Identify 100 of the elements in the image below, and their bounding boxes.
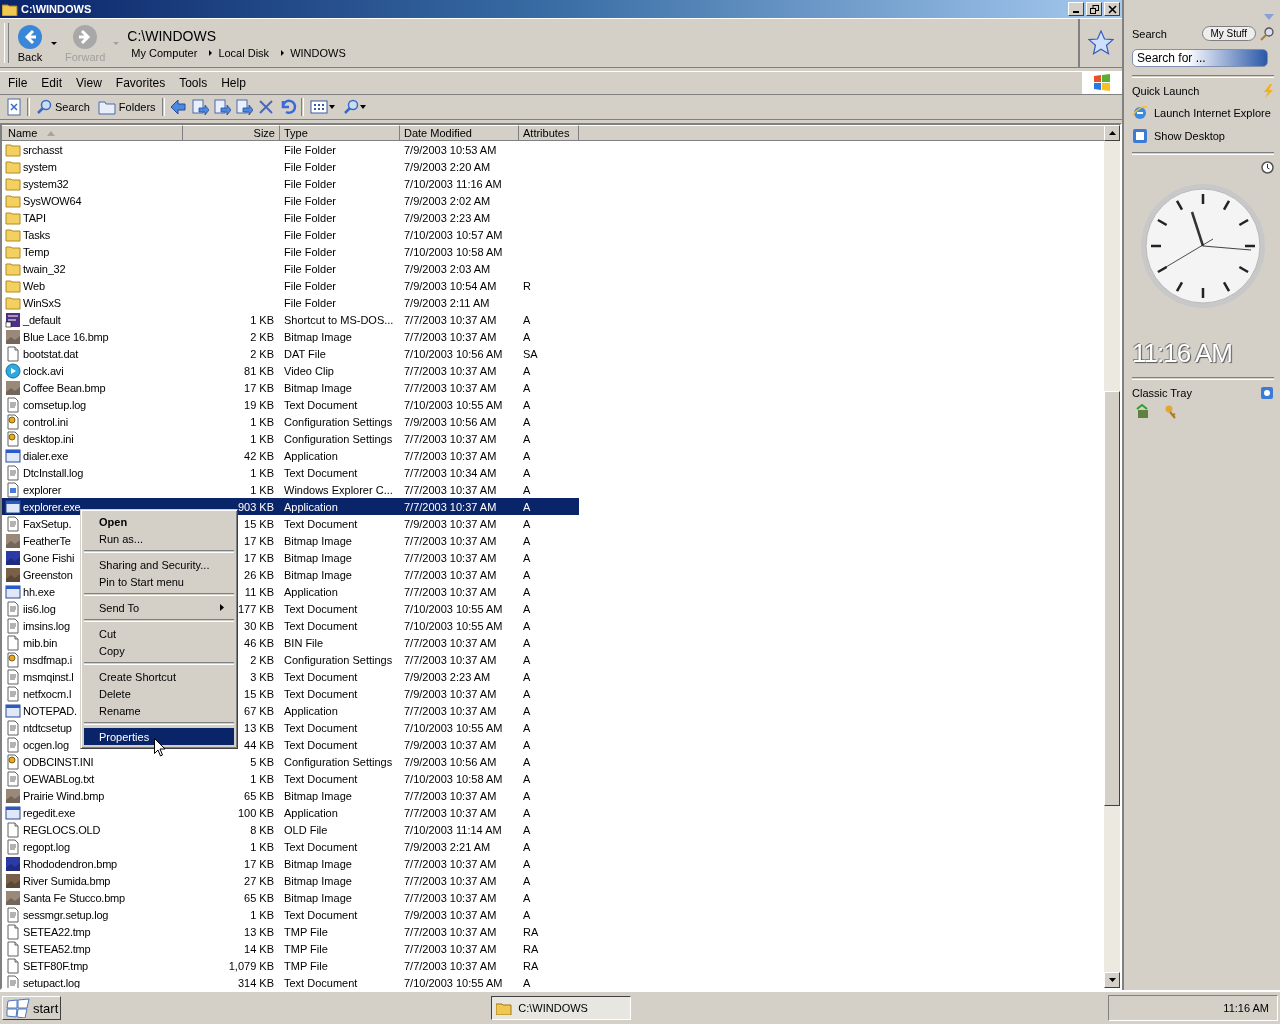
restore-button[interactable] [1086,2,1102,16]
context-menu-item[interactable]: Run as... [84,530,234,547]
vertical-scrollbar[interactable] [1104,125,1120,988]
file-name[interactable]: sessmgr.setup.log [23,908,109,921]
menu-item[interactable]: File [0,76,34,90]
menu-item[interactable]: Favorites [107,76,172,90]
context-menu-item[interactable]: Properties [84,728,234,745]
file-name[interactable]: iis6.log [23,602,56,615]
file-name[interactable]: dialer.exe [23,449,69,462]
file-name[interactable]: SETF80F.tmp [23,959,89,972]
file-name[interactable]: Prairie Wind.bmp [23,789,105,802]
file-name[interactable]: WinSxS [23,296,61,309]
minimize-button[interactable] [1068,2,1084,16]
context-menu-item[interactable]: Pin to Start menu [84,573,234,590]
file-name[interactable]: ODBCINST.INI [23,755,94,768]
toolbar-button[interactable]: Folders [95,99,158,115]
file-name[interactable]: NOTEPAD. [23,704,77,717]
file-name[interactable]: River Sumida.bmp [23,874,111,887]
file-name[interactable]: system [23,160,57,173]
file-name[interactable]: srchasst [23,143,63,156]
context-menu-item[interactable]: Create Shortcut [84,668,234,685]
file-name[interactable]: control.ini [23,415,68,428]
file-name[interactable]: Coffee Bean.bmp [23,381,106,394]
breadcrumb-link[interactable]: Local Disk [218,46,270,59]
file-name[interactable]: Blue Lace 16.bmp [23,330,109,343]
document-arrow-icon[interactable] [190,98,209,116]
context-menu-item[interactable]: Sharing and Security... [84,556,234,573]
file-name[interactable]: _default [23,313,61,326]
taskbar-button[interactable]: C:\WINDOWS [491,996,632,1020]
context-menu-item[interactable]: Open [84,513,234,530]
file-name[interactable]: Web [23,279,45,292]
search-icon[interactable] [1260,26,1274,41]
file-name[interactable]: desktop.ini [23,432,74,445]
file-name[interactable]: clock.avi [23,364,64,377]
file-name[interactable]: ocgen.log [23,738,69,751]
views-button[interactable] [307,99,337,115]
tray-settings-icon[interactable] [1260,386,1274,400]
file-name[interactable]: ntdtcsetup [23,721,72,734]
file-name[interactable]: msdfmap.i [23,653,72,666]
file-name[interactable]: hh.exe [23,585,55,598]
start-button[interactable]: start [2,996,62,1020]
file-name[interactable]: DtcInstall.log [23,466,84,479]
document-arrow-icon[interactable] [212,98,231,116]
file-name[interactable]: bootstat.dat [23,347,79,360]
menu-item[interactable]: Tools [171,76,214,90]
file-name[interactable]: regopt.log [23,840,70,853]
back-button[interactable]: Back [13,19,47,67]
file-name[interactable]: comsetup.log [23,398,87,411]
quick-launch-item[interactable]: Launch Internet Explore [1132,105,1274,121]
document-arrow-icon[interactable] [234,98,253,116]
file-name[interactable]: Tasks [23,228,51,241]
file-name[interactable]: imsins.log [23,619,70,632]
file-name[interactable]: TAPI [23,211,46,224]
column-header[interactable]: Type [280,125,400,141]
context-menu-item[interactable]: Send To [84,599,234,616]
breadcrumb-link[interactable]: WINDOWS [290,46,346,59]
menu-item[interactable]: View [68,76,108,90]
file-name[interactable]: regedit.exe [23,806,76,819]
context-menu-item[interactable]: Cut [84,625,234,642]
file-name[interactable]: SETEA22.tmp [23,925,91,938]
file-name[interactable]: Santa Fe Stucco.bmp [23,891,125,904]
scroll-down-icon[interactable] [1108,978,1116,982]
file-name[interactable]: Gone Fishi [23,551,75,564]
scroll-up-icon[interactable] [1108,131,1116,135]
column-header[interactable]: Date Modified [400,125,519,141]
file-name[interactable]: SysWOW64 [23,194,82,207]
dropdown-arrow-icon[interactable] [51,41,57,45]
close-button[interactable] [1104,2,1120,16]
menu-item[interactable]: Edit [33,76,69,90]
delete-icon[interactable] [256,98,275,116]
file-name[interactable]: SETEA52.tmp [23,942,91,955]
breadcrumb-link[interactable]: My Computer [131,46,198,59]
file-name[interactable]: Rhododendron.bmp [23,857,118,870]
file-name[interactable]: setupact.log [23,976,80,988]
context-menu-item[interactable]: Delete [84,685,234,702]
network-icon[interactable] [1135,404,1151,420]
column-header[interactable]: Size [183,125,280,141]
column-header[interactable]: Name [2,125,183,141]
context-menu-item[interactable]: Rename [84,702,234,719]
file-name[interactable]: Temp [23,245,50,258]
file-name[interactable]: Greenston [23,568,73,581]
file-name[interactable]: explorer [23,483,62,496]
file-name[interactable]: system32 [23,177,69,190]
context-menu-item[interactable]: Copy [84,642,234,659]
file-name[interactable]: twain_32 [23,262,66,275]
close-icon[interactable] [5,98,23,116]
file-name[interactable]: FeatherTe [23,534,71,547]
column-header[interactable]: Attributes [519,125,579,141]
search-field[interactable]: Search for ... [1132,49,1268,67]
star-icon[interactable] [1088,30,1114,56]
back-arrow-icon[interactable] [168,98,187,116]
file-name[interactable]: msmqinst.l [23,670,74,683]
file-name[interactable]: OEWABLog.txt [23,772,95,785]
menu-item[interactable]: Help [213,76,252,90]
toolbar-button[interactable]: Search [34,99,92,115]
file-name[interactable]: mib.bin [23,636,58,649]
file-name[interactable]: netfxocm.l [23,687,72,700]
quick-launch-item[interactable]: Show Desktop [1132,128,1274,144]
file-name[interactable]: REGLOCS.OLD [23,823,101,836]
file-name[interactable]: FaxSetup. [23,517,72,530]
